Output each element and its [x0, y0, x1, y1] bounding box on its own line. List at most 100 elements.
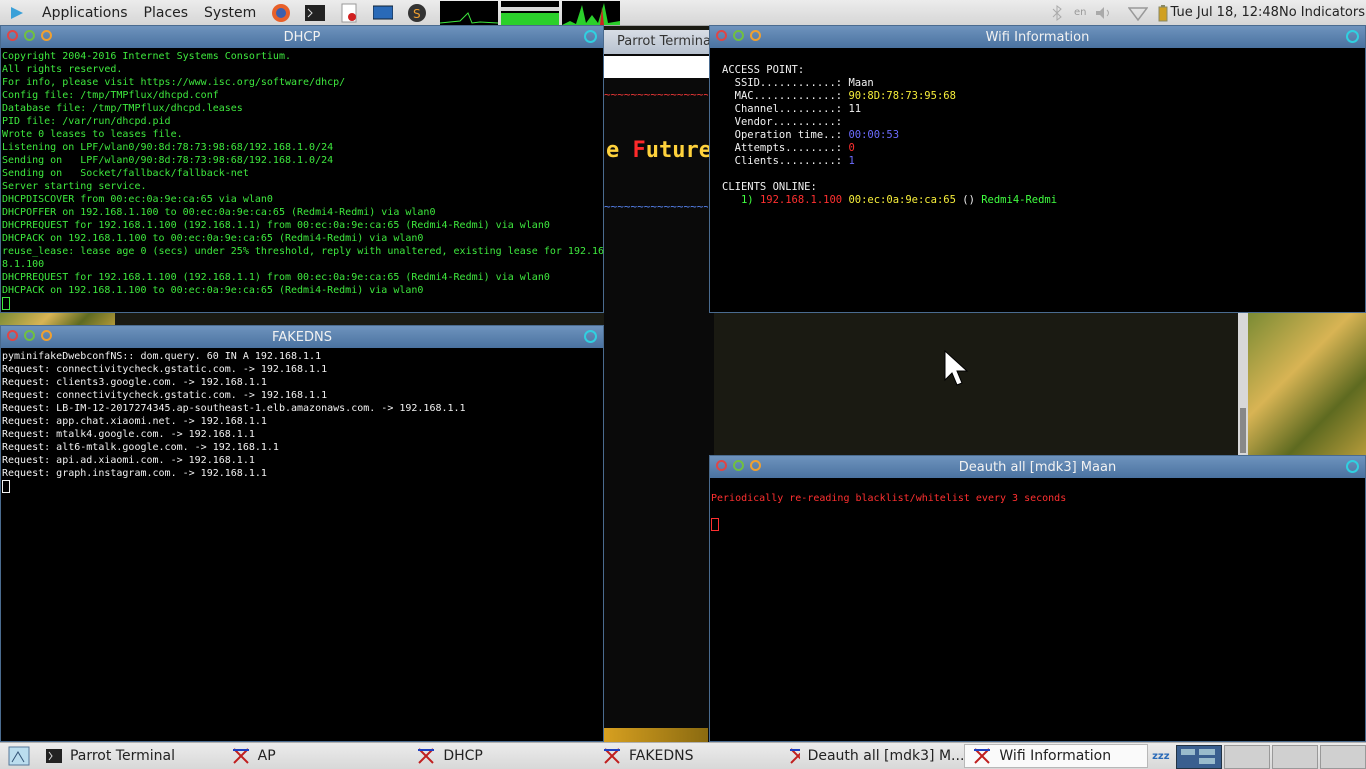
parrot-red-squiggle: ~~~~~~~~~~~~~~~~~~~~~: [604, 88, 708, 101]
close-button[interactable]: [7, 30, 18, 41]
maximize-button[interactable]: [733, 30, 744, 41]
terminal-icon: [45, 749, 62, 763]
taskbar-item-label: AP: [257, 748, 276, 764]
minimize-button[interactable]: [750, 30, 761, 41]
sticky-button[interactable]: [1346, 460, 1359, 473]
terminal-line: For info, please visit https://www.isc.o…: [2, 77, 346, 88]
deauth-titlebar[interactable]: Deauth all [mdk3] Maan: [710, 456, 1365, 478]
firefox-icon[interactable]: [270, 3, 292, 23]
sleep-indicator[interactable]: zzz: [1148, 744, 1174, 768]
fakedns-titlebar[interactable]: FAKEDNS: [1, 326, 603, 348]
wifi-titlebar[interactable]: Wifi Information: [710, 26, 1365, 48]
fakedns-output[interactable]: pyminifakeDwebconfNS:: dom.query. 60 IN …: [1, 348, 603, 496]
maximize-button[interactable]: [24, 330, 35, 341]
sticky-button[interactable]: [584, 30, 597, 43]
taskbar-item-parrot-terminal[interactable]: Parrot Terminal: [38, 744, 224, 768]
parrot-terminal-title[interactable]: Parrot Terminal: [604, 30, 714, 54]
terminal-line: Request: api.ad.xiaomi.com. -> 192.168.1…: [2, 455, 255, 466]
wifi-info-window[interactable]: Wifi Information ACCESS POINT: SSID.....…: [709, 25, 1366, 313]
sticky-button[interactable]: [584, 330, 597, 343]
maximize-button[interactable]: [733, 460, 744, 471]
deauth-cursor: [711, 518, 719, 531]
taskbar-item-wifi-information[interactable]: Wifi Information: [964, 744, 1149, 768]
channel-label: Channel.........:: [722, 103, 849, 115]
terminal-line: Request: app.chat.xiaomi.net. -> 192.168…: [2, 416, 267, 427]
fakedns-window[interactable]: FAKEDNS pyminifakeDwebconfNS:: dom.query…: [0, 325, 604, 742]
terminal-line: PID file: /var/run/dhcpd.pid: [2, 116, 171, 127]
deauth-output[interactable]: Periodically re-reading blacklist/whitel…: [710, 478, 1365, 534]
terminal-line: Request: graph.instagram.com. -> 192.168…: [2, 468, 267, 479]
dhcp-output[interactable]: Copyright 2004-2016 Internet Systems Con…: [1, 48, 604, 313]
terminal-line: DHCPACK on 192.168.1.100 to 00:ec:0a:9e:…: [2, 285, 424, 296]
taskbar-item-label: Wifi Information: [999, 748, 1112, 764]
minimize-button[interactable]: [41, 30, 52, 41]
monitor-icon[interactable]: [372, 3, 394, 23]
svg-text:S: S: [413, 7, 421, 21]
clients-label: Clients.........:: [722, 155, 849, 167]
minimize-button[interactable]: [41, 330, 52, 341]
menu-applications[interactable]: Applications: [34, 5, 136, 21]
workspace-4[interactable]: [1320, 745, 1366, 769]
taskbar-item-ap[interactable]: AP: [224, 744, 410, 768]
datetime[interactable]: Tue Jul 18, 12:48: [1171, 5, 1279, 20]
clients-online-header: CLIENTS ONLINE:: [722, 181, 817, 193]
memory-graph: [501, 0, 560, 25]
terminal-line: Request: alt6-mtalk.google.com. -> 192.1…: [2, 442, 279, 453]
battery-icon[interactable]: [1157, 3, 1169, 23]
dhcp-title: DHCP: [283, 29, 321, 45]
taskbar-item-deauth[interactable]: Deauth all [mdk3] M...: [781, 744, 965, 768]
wifi-icon[interactable]: [1127, 3, 1149, 23]
workspace-3[interactable]: [1272, 745, 1319, 769]
close-button[interactable]: [716, 460, 727, 471]
terminal-icon[interactable]: [304, 3, 326, 23]
menu-places[interactable]: Places: [136, 5, 197, 21]
close-button[interactable]: [7, 330, 18, 341]
close-button[interactable]: [716, 30, 727, 41]
workspace-switcher[interactable]: [1176, 745, 1366, 769]
cpu-graph: [440, 0, 499, 25]
s-app-icon[interactable]: S: [406, 3, 428, 23]
text-editor-icon[interactable]: [338, 3, 360, 23]
menu-system[interactable]: System: [196, 5, 264, 21]
top-panel: Applications Places System S en Tue Jul …: [0, 0, 1366, 26]
minimize-button[interactable]: [750, 460, 761, 471]
taskbar: Parrot Terminal AP DHCP FAKEDNS Deauth a…: [0, 742, 1366, 769]
mac-value: 90:8D:78:73:95:68: [848, 90, 956, 102]
deauth-title: Deauth all [mdk3] Maan: [958, 459, 1117, 475]
network-graph: [562, 0, 621, 25]
taskbar-item-dhcp[interactable]: DHCP: [409, 744, 595, 768]
client-mac: 00:ec:0a:9e:ca:65: [848, 194, 956, 206]
client-name: Redmi4-Redmi: [981, 194, 1058, 206]
keyboard-layout[interactable]: en: [1074, 7, 1087, 18]
parrot-terminal-window[interactable]: Parrot Terminal ~~~~~~~~~~~~~~~~~~~~~ e …: [604, 30, 714, 742]
indicators-label[interactable]: No Indicators: [1279, 5, 1365, 20]
terminal-line: Sending on Socket/fallback/fallback-net: [2, 168, 249, 179]
terminal-line: DHCPOFFER on 192.168.1.100 to 00:ec:0a:9…: [2, 207, 436, 218]
taskbar-item-fakedns[interactable]: FAKEDNS: [595, 744, 781, 768]
deauth-window[interactable]: Deauth all [mdk3] Maan Periodically re-r…: [709, 455, 1366, 742]
wallpaper-right: [1248, 313, 1366, 455]
scrollbar[interactable]: [1238, 313, 1248, 455]
workspace-2[interactable]: [1224, 745, 1271, 769]
xterm-icon: [232, 748, 249, 764]
sticky-button[interactable]: [1346, 30, 1359, 43]
deauth-message: Periodically re-reading blacklist/whitel…: [711, 493, 1067, 504]
show-desktop-button[interactable]: [0, 744, 38, 768]
client-paren: (): [955, 194, 982, 206]
dhcp-window[interactable]: DHCP Copyright 2004-2016 Internet System…: [0, 25, 604, 313]
terminal-line: DHCPDISCOVER from 00:ec:0a:9e:ca:65 via …: [2, 194, 273, 205]
terminal-line: DHCPREQUEST for 192.168.1.100 (192.168.1…: [2, 272, 550, 283]
wifi-output[interactable]: ACCESS POINT: SSID............: Maan MAC…: [710, 48, 1365, 207]
parrot-logo-icon[interactable]: [6, 3, 28, 23]
channel-value: 11: [848, 103, 862, 115]
dhcp-titlebar[interactable]: DHCP: [1, 26, 603, 48]
taskbar-item-label: Deauth all [mdk3] M...: [807, 748, 965, 764]
volume-icon[interactable]: [1093, 3, 1115, 23]
terminal-line: Request: connectivitycheck.gstatic.com. …: [2, 364, 328, 375]
xterm-icon: [789, 748, 800, 764]
xterm-icon: [974, 748, 991, 764]
workspace-1[interactable]: [1176, 745, 1223, 769]
bluetooth-icon[interactable]: [1046, 3, 1068, 23]
access-point-header: ACCESS POINT:: [722, 64, 805, 76]
maximize-button[interactable]: [24, 30, 35, 41]
